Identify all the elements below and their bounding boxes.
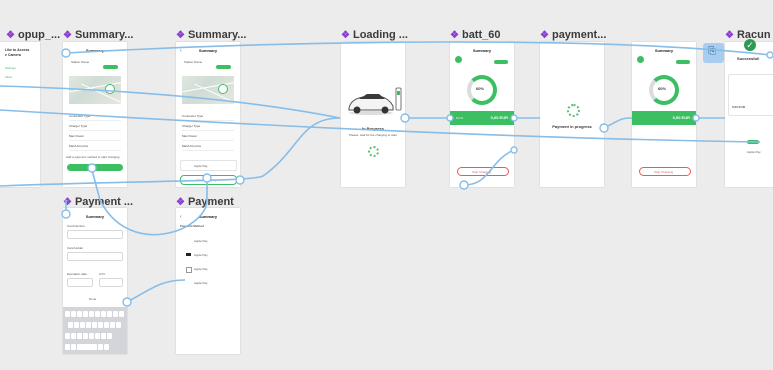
connection-line	[65, 41, 771, 56]
prototype-canvas: ❖ opup_... ❖ Summary... ❖ Summary... ❖ Loadi…	[0, 0, 773, 370]
connection-line	[0, 117, 341, 187]
connection-line	[91, 169, 208, 236]
connection-line	[0, 109, 761, 143]
prototype-connections	[0, 41, 773, 307]
connection-line	[126, 279, 186, 303]
connection-line	[463, 149, 515, 186]
